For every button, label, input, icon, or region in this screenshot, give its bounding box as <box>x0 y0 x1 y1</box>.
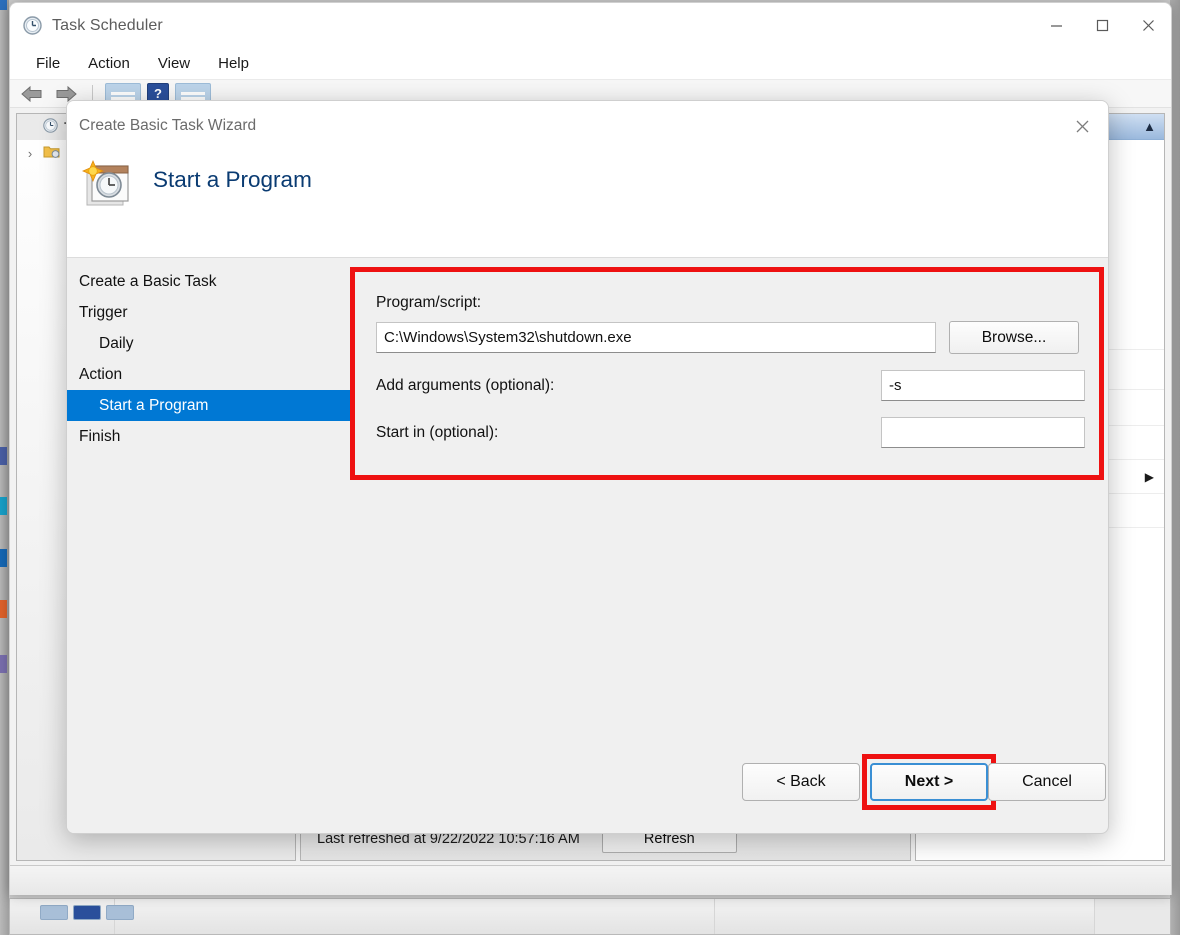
desktop-taskbar-strip[interactable] <box>0 0 9 935</box>
background-window[interactable] <box>9 898 1171 935</box>
taskbar-icon-1[interactable] <box>0 0 7 10</box>
wizard-footer: < Back Next > Cancel <box>67 745 1108 833</box>
add-arguments-label: Add arguments (optional): <box>376 377 881 395</box>
title-bar: Task Scheduler <box>10 3 1171 48</box>
wizard-caption: Create Basic Task Wizard <box>79 117 256 135</box>
create-basic-task-wizard-dialog: Create Basic Task Wizard <box>66 100 1109 834</box>
chevron-right-icon[interactable]: › <box>23 146 37 161</box>
wizard-heading: Start a Program <box>153 167 312 193</box>
wizard-step-create-a-basic-task[interactable]: Create a Basic Task <box>67 266 350 297</box>
collapse-up-icon[interactable]: ▲ <box>1143 119 1156 134</box>
program-script-row: C:\Windows\System32\shutdown.exe Browse.… <box>376 321 1086 354</box>
taskbar-icon-2[interactable] <box>0 447 7 465</box>
wizard-step-daily[interactable]: Daily <box>67 328 350 359</box>
taskbar-icon-4[interactable] <box>0 549 7 567</box>
cancel-button[interactable]: Cancel <box>988 763 1106 801</box>
wizard-header: Create Basic Task Wizard <box>67 101 1108 258</box>
start-in-input[interactable] <box>881 417 1085 448</box>
wizard-close-button[interactable] <box>1064 111 1100 141</box>
program-script-label: Program/script: <box>376 294 1086 312</box>
next-button[interactable]: Next > <box>870 763 988 801</box>
back-arrow-icon[interactable] <box>18 83 46 105</box>
status-bar <box>10 865 1171 895</box>
add-arguments-row: Add arguments (optional): -s <box>376 370 1086 401</box>
browse-button[interactable]: Browse... <box>949 321 1079 354</box>
menu-view[interactable]: View <box>146 51 202 76</box>
clock-icon <box>22 16 42 36</box>
background-window-cell-3 <box>715 899 1095 934</box>
menu-help[interactable]: Help <box>206 51 261 76</box>
task-calendar-clock-icon <box>79 157 137 209</box>
menu-action[interactable]: Action <box>76 51 142 76</box>
chevron-right-icon[interactable]: ▶ <box>1145 470 1154 484</box>
taskbar-tile-2[interactable] <box>73 905 101 920</box>
screen: Task Scheduler File Action View Help <box>0 0 1180 935</box>
add-arguments-input[interactable]: -s <box>881 370 1085 401</box>
window-controls <box>1033 3 1171 48</box>
taskbar-icon-6[interactable] <box>0 655 7 673</box>
wizard-step-trigger[interactable]: Trigger <box>67 297 350 328</box>
menu-file[interactable]: File <box>24 51 72 76</box>
window-title: Task Scheduler <box>52 17 163 35</box>
program-script-input[interactable]: C:\Windows\System32\shutdown.exe <box>376 322 936 353</box>
clock-icon <box>43 118 58 136</box>
program-form: Program/script: C:\Windows\System32\shut… <box>376 294 1086 448</box>
wizard-step-start-a-program[interactable]: Start a Program <box>67 390 350 421</box>
taskbar-icon-3[interactable] <box>0 497 7 515</box>
taskbar-tile-3[interactable] <box>106 905 134 920</box>
taskbar-icon-5[interactable] <box>0 600 7 618</box>
start-in-label: Start in (optional): <box>376 424 881 442</box>
start-in-row: Start in (optional): <box>376 417 1086 448</box>
background-taskbar-tiles[interactable] <box>40 905 134 920</box>
wizard-step-action[interactable]: Action <box>67 359 350 390</box>
taskbar-tile-1[interactable] <box>40 905 68 920</box>
background-window-cell-2 <box>115 899 715 934</box>
maximize-button[interactable] <box>1079 3 1125 48</box>
wizard-step-finish[interactable]: Finish <box>67 421 350 452</box>
close-button[interactable] <box>1125 3 1171 48</box>
folder-clock-icon <box>43 144 60 162</box>
back-button[interactable]: < Back <box>742 763 860 801</box>
menu-bar: File Action View Help <box>10 48 1171 80</box>
minimize-button[interactable] <box>1033 3 1079 48</box>
